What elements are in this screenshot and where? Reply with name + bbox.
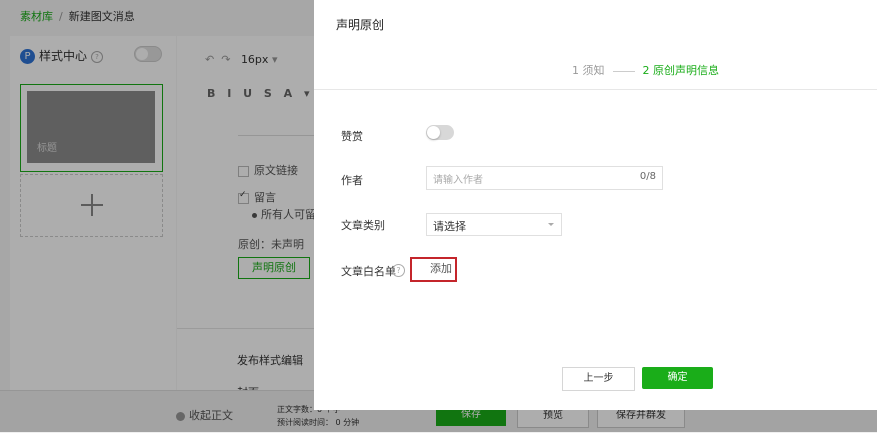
step-connector xyxy=(612,70,635,72)
highlight-box xyxy=(410,257,457,282)
tip-toggle[interactable] xyxy=(426,125,454,140)
step-2: 2 原创声明信息 xyxy=(642,64,720,77)
author-input[interactable]: 请输入作者 0/8 xyxy=(426,166,663,190)
previous-step-button[interactable]: 上一步 xyxy=(562,367,635,391)
help-icon[interactable]: ? xyxy=(392,264,405,277)
author-char-count: 0/8 xyxy=(639,171,656,182)
category-value: 请选择 xyxy=(433,220,466,233)
author-label: 作者 xyxy=(341,174,363,187)
dialog-title: 声明原创 xyxy=(336,18,385,32)
declare-original-dialog: 声明原创 1 须知 2 原创声明信息 赞赏 作者 请输入作者 0/8 文章类别 请… xyxy=(314,0,877,410)
chevron-down-icon xyxy=(548,223,554,226)
author-placeholder: 请输入作者 xyxy=(433,175,483,186)
tip-label: 赞赏 xyxy=(341,130,363,143)
whitelist-label: 文章白名单 xyxy=(341,265,396,278)
step-1: 1 须知 xyxy=(572,64,605,77)
divider xyxy=(314,89,877,90)
confirm-button[interactable]: 确定 xyxy=(642,367,713,389)
step-indicator: 1 须知 2 原创声明信息 xyxy=(572,62,719,78)
category-select[interactable]: 请选择 xyxy=(426,213,562,236)
category-label: 文章类别 xyxy=(341,219,385,232)
